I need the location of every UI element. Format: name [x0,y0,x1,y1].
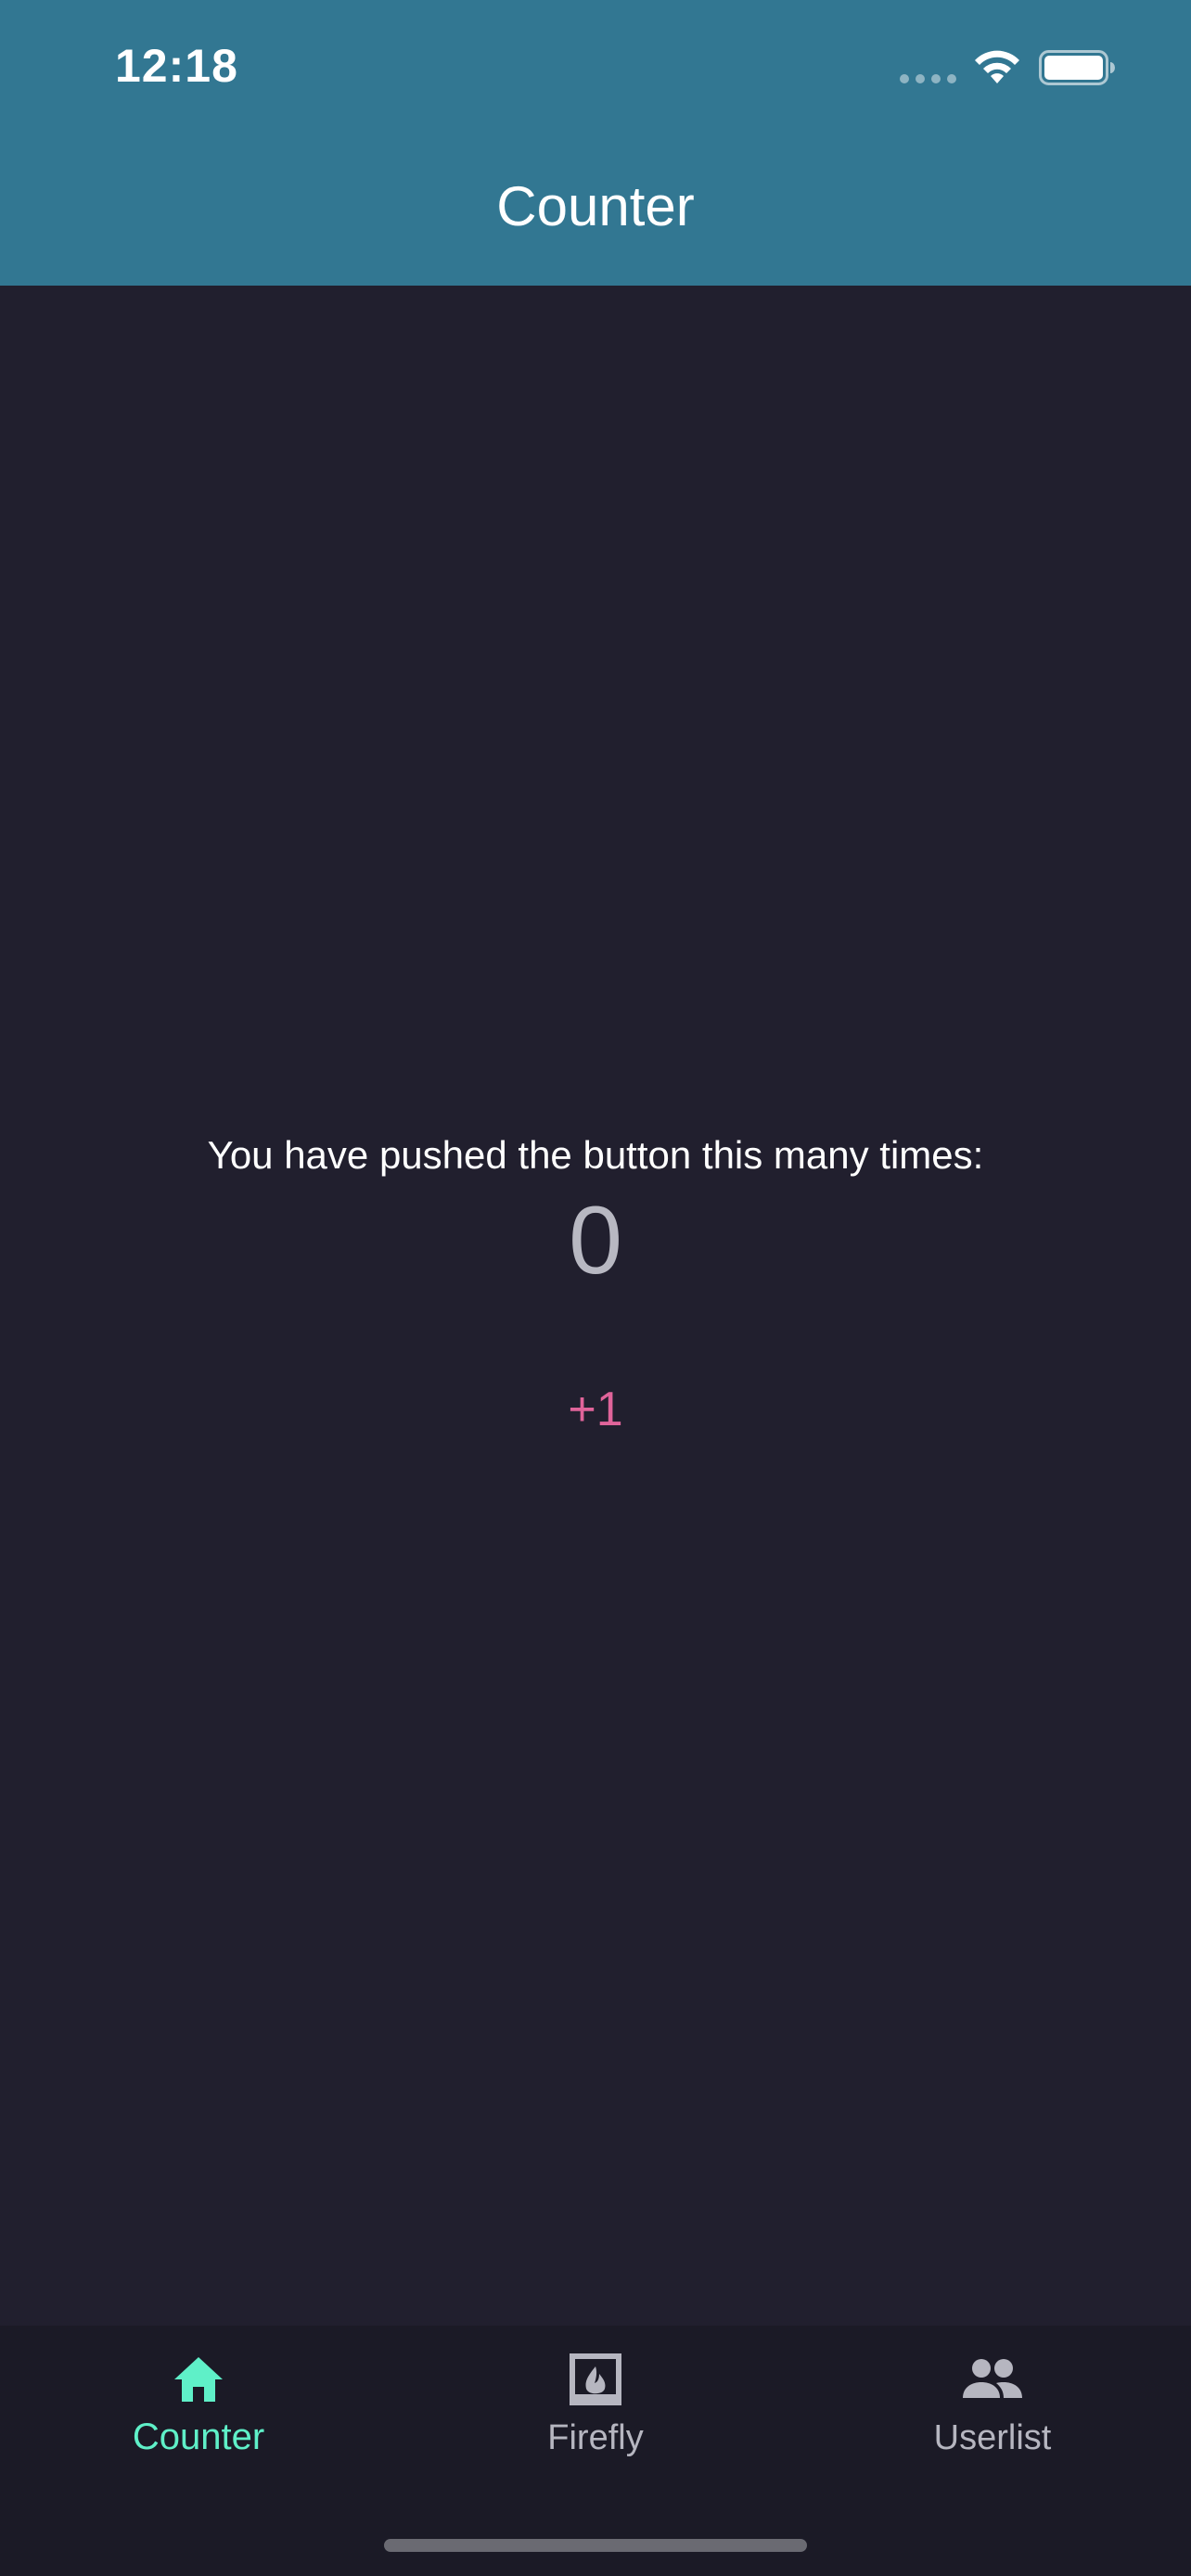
battery-icon [1039,50,1115,85]
people-icon [963,2359,1022,2398]
home-icon [174,2357,223,2402]
nav-item-firefly[interactable]: Firefly [397,2326,794,2511]
nav-label-counter: Counter [132,2417,265,2457]
bottom-navigation: Counter Firefly Userlist [0,2326,1191,2576]
counter-value: 0 [569,1187,622,1294]
counter-description: You have pushed the button this many tim… [207,1133,984,1177]
nav-item-counter[interactable]: Counter [0,2326,397,2511]
home-indicator[interactable] [384,2539,807,2552]
fireplace-icon [570,2353,621,2405]
page-title: Counter [496,175,695,237]
increment-button[interactable]: +1 [540,1372,651,1447]
app-header: 12:18 Counter [0,0,1191,286]
nav-label-userlist: Userlist [933,2418,1052,2457]
nav-item-userlist[interactable]: Userlist [794,2326,1191,2511]
wifi-icon [975,50,1019,83]
cellular-signal-icon [900,74,957,83]
status-time: 12:18 [115,40,238,92]
nav-label-firefly: Firefly [547,2418,644,2457]
